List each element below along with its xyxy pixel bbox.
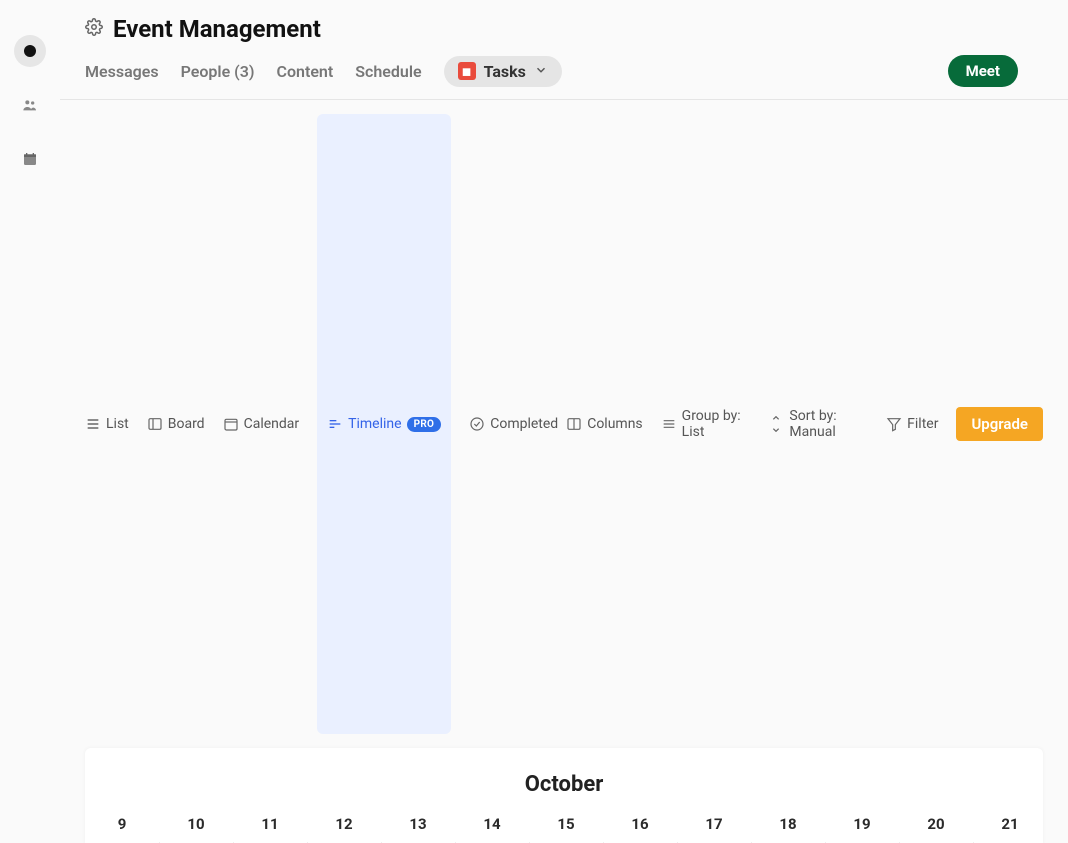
view-calendar[interactable]: Calendar	[223, 416, 300, 432]
day-label: 19	[825, 815, 899, 833]
day-label: 13	[381, 815, 455, 833]
chat-icon[interactable]	[14, 35, 46, 67]
tasks-app-icon: ◼	[458, 62, 476, 80]
month-title: October	[85, 748, 1043, 807]
tab-tasks[interactable]: ◼ Tasks	[444, 56, 562, 87]
day-label: 14	[455, 815, 529, 833]
gear-icon[interactable]	[85, 18, 103, 40]
day-label: 17	[677, 815, 751, 833]
sortby-button[interactable]: Sort by: Manual	[768, 408, 868, 440]
tab-messages[interactable]: Messages	[85, 56, 159, 87]
day-label: 12	[307, 815, 381, 833]
pro-badge: PRO	[407, 417, 442, 432]
day-label: 10	[159, 815, 233, 833]
upgrade-button[interactable]: Upgrade	[956, 407, 1043, 441]
tab-content[interactable]: Content	[276, 56, 333, 87]
day-label: 15	[529, 815, 603, 833]
view-board[interactable]: Board	[147, 416, 205, 432]
timeline-canvas: 9101112131415161718192021Send out invita…	[85, 807, 1043, 843]
tab-people[interactable]: People (3)	[181, 56, 255, 87]
tab-schedule[interactable]: Schedule	[355, 56, 421, 87]
groupby-button[interactable]: Group by: List	[661, 408, 751, 440]
meet-button[interactable]: Meet	[948, 55, 1018, 87]
view-list[interactable]: List	[85, 416, 129, 432]
day-label: 20	[899, 815, 973, 833]
view-timeline[interactable]: Timeline PRO	[317, 114, 451, 734]
calendar-nav-icon[interactable]	[14, 143, 46, 175]
view-completed[interactable]: Completed	[469, 416, 558, 432]
page-title: Event Management	[113, 15, 321, 43]
day-label: 16	[603, 815, 677, 833]
columns-button[interactable]: Columns	[566, 416, 642, 432]
day-label: 21	[973, 815, 1043, 833]
filter-button[interactable]: Filter	[886, 416, 938, 432]
day-label: 18	[751, 815, 825, 833]
day-label: 11	[233, 815, 307, 833]
chevron-down-icon	[534, 62, 548, 81]
day-label: 9	[85, 815, 159, 833]
people-icon[interactable]	[14, 89, 46, 121]
tab-tasks-label: Tasks	[484, 62, 526, 81]
